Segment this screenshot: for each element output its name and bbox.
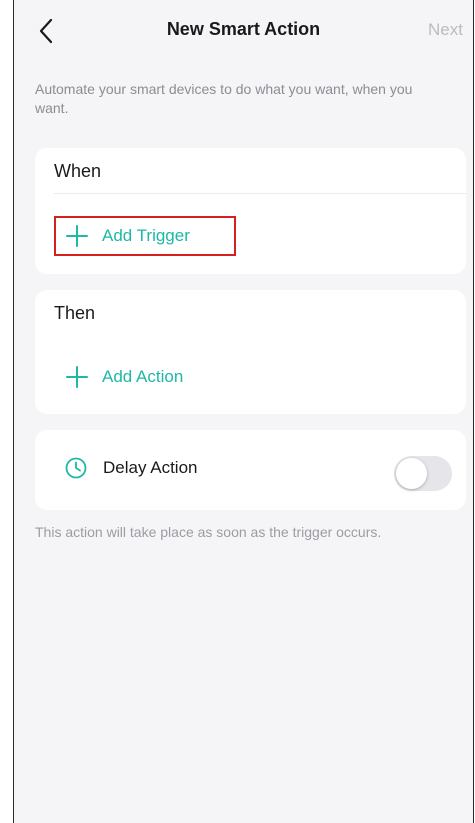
plus-icon: [66, 225, 88, 247]
delay-action-label: Delay Action: [103, 458, 198, 477]
next-button[interactable]: Next: [428, 20, 463, 40]
plus-icon: [66, 366, 88, 388]
then-card: Then Add Action: [35, 290, 466, 414]
clock-icon: [65, 457, 87, 479]
page-title: New Smart Action: [166, 19, 321, 39]
navigation-bar: New Smart Action Next: [14, 0, 473, 62]
add-action-label: Add Action: [102, 367, 184, 386]
delay-row: Delay Action: [65, 457, 198, 479]
delay-card: Delay Action: [35, 430, 466, 510]
delay-action-toggle[interactable]: [394, 456, 452, 491]
add-action-button[interactable]: Add Action: [54, 357, 254, 397]
when-card: When Add Trigger: [35, 148, 466, 274]
then-title: Then: [54, 303, 96, 323]
delay-hint-text: This action will take place as soon as t…: [35, 524, 382, 540]
add-trigger-button[interactable]: Add Trigger: [54, 216, 236, 256]
smart-action-screen: New Smart Action Next Automate your smar…: [13, 0, 474, 823]
add-trigger-label: Add Trigger: [102, 226, 190, 245]
divider: [54, 193, 466, 194]
toggle-knob: [396, 458, 427, 489]
page-description: Automate your smart devices to do what y…: [35, 81, 413, 116]
when-title: When: [54, 161, 102, 181]
